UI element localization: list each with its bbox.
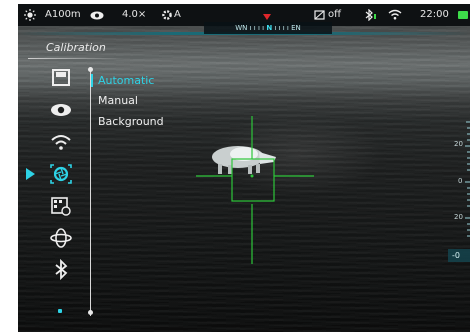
gallery-settings-icon <box>51 197 71 216</box>
compass-heading-north: N <box>266 24 273 32</box>
divider-dot-top <box>88 67 93 72</box>
menu-title: Calibration <box>46 41 106 54</box>
menu-item-calibration[interactable] <box>48 162 74 186</box>
menu-item-gallery-settings[interactable] <box>48 194 74 218</box>
active-option-indicator <box>91 74 93 87</box>
reticle-center-dot <box>250 174 254 178</box>
selector-arrow-icon <box>26 168 35 180</box>
reticle-box <box>231 158 275 202</box>
bluetooth-icon <box>55 258 68 281</box>
menu-item-save[interactable] <box>48 66 74 90</box>
menu-title-divider <box>28 58 124 59</box>
menu-divider-line <box>90 70 91 316</box>
scale-label-mid: 0 <box>458 177 463 185</box>
thermal-viewfinder: A100m 4.0× A off 22:00 WN ı ı ı ı N ı ı … <box>18 4 470 332</box>
eye-icon <box>51 104 71 116</box>
option-manual[interactable]: Manual <box>98 94 138 107</box>
recording-icon <box>314 10 325 20</box>
wifi-status-icon <box>388 9 402 20</box>
compass-strip: WN ı ı ı ı N ı ı ı ı EN <box>204 22 332 34</box>
menu-item-orbit[interactable] <box>48 226 74 250</box>
divider-dot-bottom <box>88 310 93 315</box>
calibration-shutter-icon <box>50 164 72 184</box>
recording-label: off <box>328 9 342 20</box>
zoom-label: 4.0× <box>122 9 147 20</box>
scale-label-top: 20 <box>454 140 463 148</box>
sun-icon <box>24 9 36 21</box>
compass-heading-right: EN <box>291 24 301 32</box>
gear-icon <box>162 10 172 20</box>
menu-item-wifi[interactable] <box>48 130 74 154</box>
save-icon <box>52 69 70 86</box>
option-background[interactable]: Background <box>98 115 164 128</box>
page-indicator-dot <box>58 309 62 313</box>
battery-icon <box>458 11 468 19</box>
orbit-icon <box>50 228 72 248</box>
menu-item-bluetooth[interactable] <box>48 258 74 282</box>
compass-pointer-icon <box>263 14 271 20</box>
mode-label: A <box>174 9 181 20</box>
scale-label-bottom: 20 <box>454 213 463 221</box>
compass-heading-left: WN <box>235 24 248 32</box>
menu-item-display[interactable] <box>48 98 74 122</box>
eye-status-icon <box>90 11 104 20</box>
scale-readout: -0 <box>448 249 470 262</box>
wifi-icon <box>51 135 71 150</box>
profile-label: A100m <box>45 9 81 20</box>
bluetooth-status-icon <box>365 9 376 21</box>
option-automatic[interactable]: Automatic <box>98 74 154 87</box>
clock-label: 22:00 <box>420 9 449 20</box>
